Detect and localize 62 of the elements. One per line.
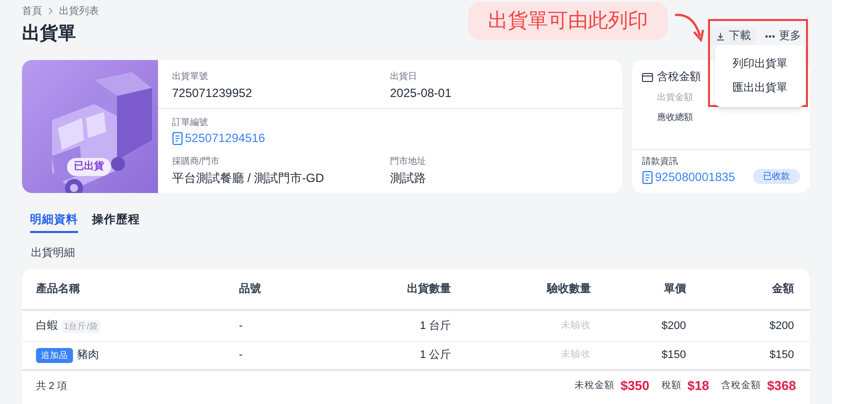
status-badge: 已出貨 (67, 158, 111, 176)
spec-tag: 1台斤/袋 (62, 320, 100, 332)
payment-badge: 已收款 (753, 169, 800, 184)
card-icon (642, 72, 653, 82)
total-value: $18 (687, 377, 710, 396)
table-cell-text: 1 台斤 (418, 318, 451, 334)
total-label: 未稅金額 (574, 378, 614, 393)
more-button[interactable]: 更多 (760, 27, 806, 45)
field-value: 平台測試餐廳 / 測試門市-GD (172, 170, 325, 186)
column-header: 驗收數量 (546, 282, 591, 297)
arrow-icon (673, 12, 705, 42)
table-cell-text: 未驗收 (560, 318, 591, 333)
breadcrumb-link[interactable]: 出貨列表 (59, 4, 99, 18)
total-value: $350 (620, 377, 650, 396)
total-value: $368 (767, 377, 796, 396)
invoice-label: 請款資訊 (642, 154, 679, 168)
table-cell-text: 未驗收 (560, 348, 591, 362)
document-icon (172, 132, 183, 144)
column-header: 單價 (663, 282, 686, 297)
total-label: 含稅金額 (721, 378, 762, 393)
field-label: 訂單編號 (172, 116, 209, 128)
table-cell-text: $200 (660, 318, 686, 334)
column-header: 出貨數量 (406, 282, 451, 297)
field-label: 出貨日 (390, 70, 418, 83)
table-cell-text: $150 (660, 348, 686, 364)
product-name: 豬肉 (77, 348, 99, 364)
item-count: 共 2 項 (36, 380, 68, 394)
field-label: 門市地址 (390, 155, 427, 168)
order-link[interactable]: 525071294516 (172, 129, 608, 147)
menu-item[interactable]: 列印出貨單 (732, 56, 788, 72)
download-icon (716, 32, 725, 40)
column-header: 產品名稱 (36, 282, 81, 297)
product-name: 白蝦 (36, 318, 58, 334)
table-cell-text: - (239, 348, 244, 364)
annotation-bubble: 出貨單可由此列印 (468, 2, 668, 40)
total-label: 稅額 (661, 378, 682, 393)
field-value: 測試路 (390, 170, 427, 186)
more-icon (765, 34, 775, 38)
tab[interactable]: 明細資料 (30, 211, 78, 233)
tab[interactable]: 操作歷程 (92, 211, 140, 233)
summary-label: 應收總額 (657, 111, 694, 124)
field-value: 725071239952 (172, 84, 254, 102)
breadcrumb-link[interactable]: 首頁 (22, 4, 42, 18)
field-label: 出貨單號 (172, 70, 209, 83)
table-cell-text: $200 (768, 318, 794, 334)
column-header: 品號 (239, 282, 262, 297)
add-on-tag: 追加品 (36, 348, 73, 363)
table-cell-text: - (239, 318, 244, 334)
download-button[interactable]: 下載 (711, 27, 756, 45)
field-value: 2025-08-01 (390, 84, 452, 102)
invoice-link[interactable]: 925080001835 (642, 168, 736, 186)
document-icon (642, 170, 653, 184)
summary-title: 含稅金額 (657, 70, 701, 85)
column-header: 金額 (770, 282, 794, 297)
table-cell-text: $150 (768, 348, 794, 364)
table-cell-text: 1 公斤 (418, 348, 451, 364)
summary-label: 出貨金額 (657, 90, 694, 104)
menu-item[interactable]: 匯出出貨單 (732, 80, 788, 96)
chevron-icon (48, 7, 53, 15)
page-title: 出貨單 (22, 22, 76, 45)
field-label: 採購商/門市 (172, 155, 221, 168)
section-title: 出貨明細 (31, 246, 76, 259)
